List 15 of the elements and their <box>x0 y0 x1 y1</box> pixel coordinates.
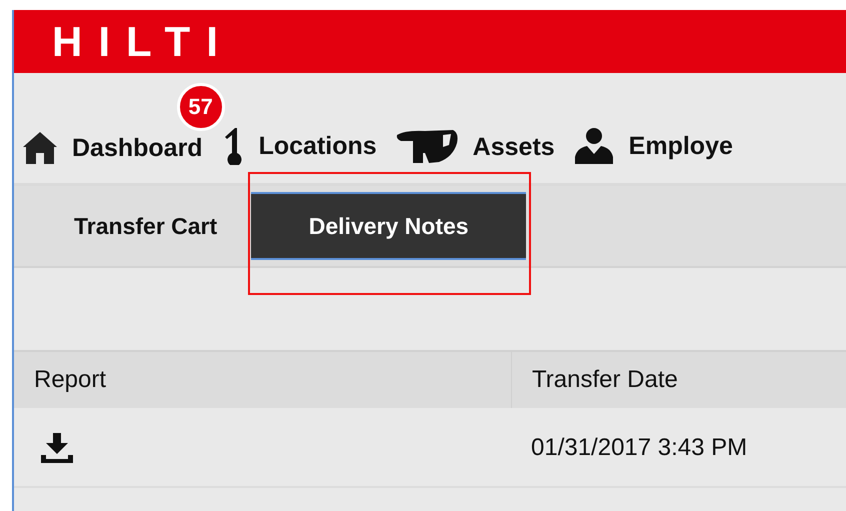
download-icon[interactable] <box>40 433 74 463</box>
person-icon <box>572 127 615 165</box>
tab[interactable]: Transfer Cart <box>40 192 252 260</box>
drill-icon <box>394 129 459 165</box>
nav-link[interactable]: Locations <box>258 132 377 160</box>
column-header: Transfer Date <box>511 352 846 408</box>
notification-badge: 57 <box>176 83 225 131</box>
tab[interactable]: Delivery Notes <box>251 192 526 260</box>
logo: HILTI <box>52 22 234 62</box>
nav-link[interactable]: Dashboard <box>72 134 203 162</box>
nav-link[interactable]: Employe <box>628 132 733 160</box>
column-header: Report <box>33 365 108 395</box>
home-icon <box>22 131 58 165</box>
nav-link[interactable]: Assets <box>472 132 555 162</box>
table-cell-text: 01/31/2017 3:43 PM <box>530 434 748 462</box>
